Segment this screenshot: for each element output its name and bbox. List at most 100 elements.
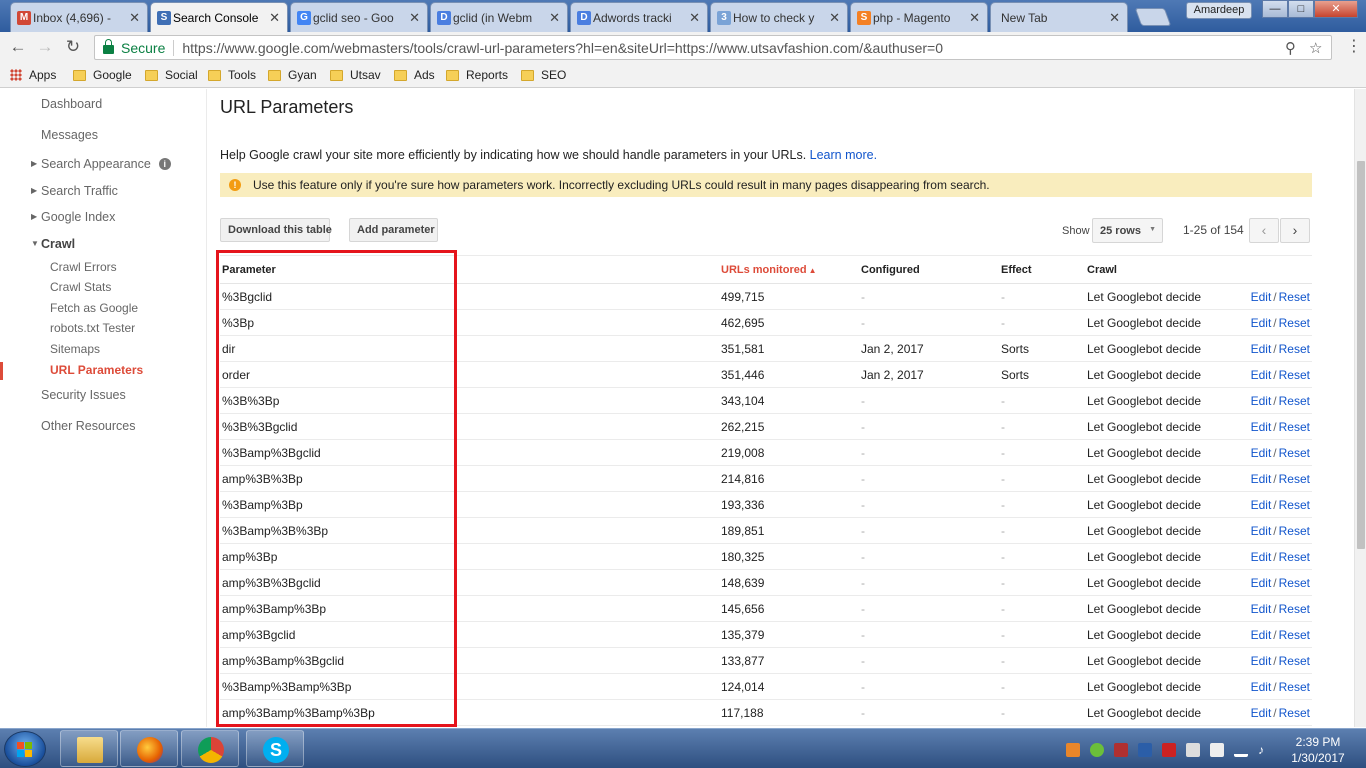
reset-link[interactable]: Reset (1279, 316, 1310, 330)
reset-link[interactable]: Reset (1279, 680, 1310, 694)
tray-app-icon[interactable] (1114, 743, 1128, 757)
reset-link[interactable]: Reset (1279, 290, 1310, 304)
tray-app-icon[interactable] (1066, 743, 1080, 757)
column-header-crawl[interactable]: Crawl (1085, 255, 1245, 284)
reset-link[interactable]: Reset (1279, 446, 1310, 460)
reset-link[interactable]: Reset (1279, 628, 1310, 642)
sidebar-item-security-issues[interactable]: Security Issues (41, 388, 126, 402)
sidebar-item-crawl-errors[interactable]: Crawl Errors (50, 260, 117, 274)
zoom-search-icon[interactable]: ⚲ (1285, 39, 1296, 57)
browser-tab[interactable]: M Inbox (4,696) - ✕ (10, 2, 148, 32)
bookmark-folder[interactable]: Gyan (268, 67, 317, 83)
close-tab-icon[interactable]: ✕ (409, 10, 420, 26)
column-header-configured[interactable]: Configured (859, 255, 999, 284)
reset-link[interactable]: Reset (1279, 472, 1310, 486)
taskbar-chrome[interactable] (181, 730, 239, 767)
profile-button[interactable]: Amardeep (1186, 2, 1252, 19)
reset-link[interactable]: Reset (1279, 498, 1310, 512)
bookmark-folder[interactable]: Tools (208, 67, 256, 83)
bookmark-folder[interactable]: Social (145, 67, 198, 83)
start-button[interactable] (4, 731, 46, 767)
browser-tab[interactable]: New Tab ✕ (990, 2, 1128, 32)
star-icon[interactable]: ☆ (1309, 39, 1322, 57)
scrollbar-thumb[interactable] (1357, 161, 1365, 549)
taskbar-firefox[interactable] (120, 730, 178, 767)
column-header-parameter[interactable]: Parameter (220, 255, 719, 284)
sidebar-item-robots-tester[interactable]: robots.txt Tester (50, 321, 135, 335)
reset-link[interactable]: Reset (1279, 576, 1310, 590)
reset-link[interactable]: Reset (1279, 524, 1310, 538)
rows-per-page-select[interactable]: 25 rows ▼ (1092, 218, 1163, 243)
address-bar[interactable]: Secure https://www.google.com/webmasters… (94, 35, 1332, 60)
edit-link[interactable]: Edit (1251, 680, 1272, 694)
maximize-button[interactable]: □ (1288, 0, 1314, 18)
sidebar-item-crawl[interactable]: Crawl (41, 237, 75, 251)
reset-link[interactable]: Reset (1279, 706, 1310, 720)
edit-link[interactable]: Edit (1251, 628, 1272, 642)
page-scrollbar[interactable] (1354, 89, 1366, 727)
edit-link[interactable]: Edit (1251, 654, 1272, 668)
browser-tab[interactable]: Sphp - Magento ✕ (850, 2, 988, 32)
column-header-effect[interactable]: Effect (999, 255, 1085, 284)
reset-link[interactable]: Reset (1279, 550, 1310, 564)
reset-link[interactable]: Reset (1279, 394, 1310, 408)
browser-tab[interactable]: Ggclid seo - Goo ✕ (290, 2, 428, 32)
edit-link[interactable]: Edit (1251, 290, 1272, 304)
reload-icon[interactable]: ↻ (62, 36, 84, 58)
prev-page-button[interactable]: ‹ (1249, 218, 1279, 243)
reset-link[interactable]: Reset (1279, 602, 1310, 616)
next-page-button[interactable]: › (1280, 218, 1310, 243)
bookmark-apps[interactable]: Apps (10, 67, 56, 83)
reset-link[interactable]: Reset (1279, 420, 1310, 434)
edit-link[interactable]: Edit (1251, 420, 1272, 434)
reset-link[interactable]: Reset (1279, 342, 1310, 356)
close-tab-icon[interactable]: ✕ (969, 10, 980, 26)
info-icon[interactable]: i (158, 158, 171, 170)
minimize-button[interactable]: — (1262, 0, 1288, 18)
reset-link[interactable]: Reset (1279, 654, 1310, 668)
taskbar-skype[interactable]: S (246, 730, 304, 767)
sidebar-item-google-index[interactable]: Google Index (41, 210, 115, 224)
edit-link[interactable]: Edit (1251, 368, 1272, 382)
download-table-button[interactable]: Download this table (220, 218, 332, 242)
close-tab-icon[interactable]: ✕ (1109, 10, 1120, 26)
taskbar-explorer[interactable] (60, 730, 118, 767)
menu-dots-icon[interactable]: ⋮ (1346, 36, 1362, 56)
volume-icon[interactable]: ♪ (1258, 743, 1272, 757)
edit-link[interactable]: Edit (1251, 472, 1272, 486)
edit-link[interactable]: Edit (1251, 602, 1272, 616)
tray-app-icon[interactable] (1090, 743, 1104, 757)
learn-more-link[interactable]: Learn more. (810, 148, 877, 162)
edit-link[interactable]: Edit (1251, 706, 1272, 720)
sidebar-item-search-traffic[interactable]: Search Traffic (41, 184, 118, 198)
sidebar-item-search-appearance[interactable]: Search Appearance i (41, 157, 171, 171)
edit-link[interactable]: Edit (1251, 394, 1272, 408)
network-icon[interactable] (1234, 743, 1248, 757)
edit-link[interactable]: Edit (1251, 550, 1272, 564)
browser-tab[interactable]: Dgclid (in Webm ✕ (430, 2, 568, 32)
column-header-urls-monitored[interactable]: URLs monitored ▲ (719, 255, 859, 284)
close-tab-icon[interactable]: ✕ (129, 10, 140, 26)
bookmark-folder[interactable]: Google (73, 67, 132, 83)
bookmark-folder[interactable]: Reports (446, 67, 508, 83)
close-window-button[interactable]: ✕ (1314, 0, 1358, 18)
sidebar-item-dashboard[interactable]: Dashboard (41, 97, 102, 111)
sidebar-item-messages[interactable]: Messages (41, 128, 98, 142)
sidebar-item-sitemaps[interactable]: Sitemaps (50, 342, 100, 356)
new-tab-button[interactable] (1134, 8, 1172, 26)
edit-link[interactable]: Edit (1251, 498, 1272, 512)
flag-icon[interactable] (1210, 743, 1224, 757)
reset-link[interactable]: Reset (1279, 368, 1310, 382)
sidebar-item-url-parameters[interactable]: URL Parameters (50, 363, 143, 377)
bookmark-folder[interactable]: Ads (394, 67, 435, 83)
browser-tab[interactable]: 3 How to check y ✕ (710, 2, 848, 32)
sidebar-item-fetch-as-google[interactable]: Fetch as Google (50, 301, 138, 315)
system-clock[interactable]: 2:39 PM 1/30/2017 (1278, 734, 1358, 766)
edit-link[interactable]: Edit (1251, 576, 1272, 590)
printer-icon[interactable] (1186, 743, 1200, 757)
bookmark-folder[interactable]: Utsav (330, 67, 381, 83)
bookmark-folder[interactable]: SEO (521, 67, 566, 83)
sidebar-item-crawl-stats[interactable]: Crawl Stats (50, 280, 111, 294)
edit-link[interactable]: Edit (1251, 342, 1272, 356)
close-tab-icon[interactable]: ✕ (829, 10, 840, 26)
